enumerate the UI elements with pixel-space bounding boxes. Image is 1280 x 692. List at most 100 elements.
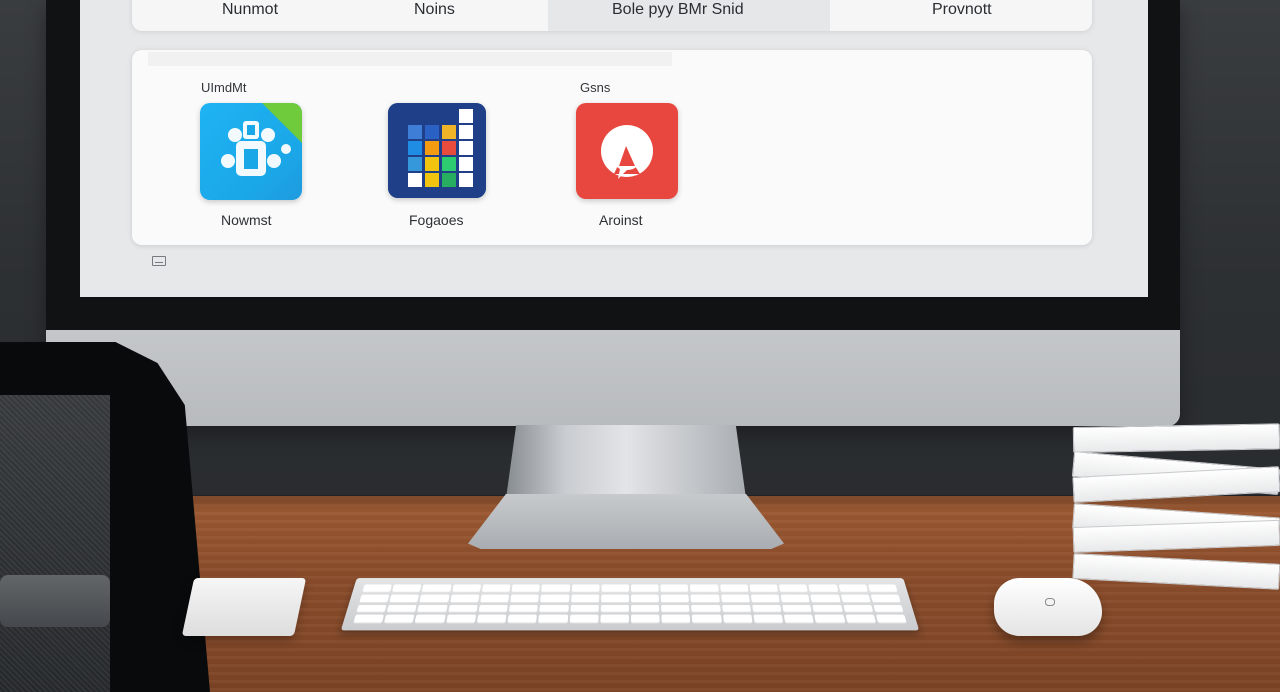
tab-nunmot[interactable]: Nunmot: [222, 1, 278, 19]
keyboard-key[interactable]: [362, 584, 393, 593]
chair-armrest: [0, 575, 110, 627]
app-label-nowmst: Nowmst: [221, 212, 272, 228]
chair-mesh: [0, 395, 110, 692]
keyboard-key[interactable]: [782, 604, 813, 613]
keyboard-key[interactable]: [571, 584, 600, 593]
keyboard-keys: [353, 584, 907, 624]
keyboard-key[interactable]: [660, 594, 690, 603]
keyboard-key[interactable]: [842, 604, 874, 613]
keyboard-key[interactable]: [600, 594, 629, 603]
paper-stack: [1071, 423, 1280, 593]
keyboard-key[interactable]: [386, 604, 418, 613]
keyboard-key[interactable]: [690, 594, 720, 603]
keyboard-key[interactable]: [630, 614, 660, 624]
trackpad[interactable]: [181, 578, 307, 636]
tab-provnott[interactable]: Provnott: [932, 1, 992, 19]
keyboard-key[interactable]: [356, 604, 387, 613]
keyboard-key[interactable]: [508, 604, 539, 613]
keyboard-key[interactable]: [445, 614, 477, 624]
keyboard-key[interactable]: [780, 594, 811, 603]
top-tabs-panel: Nunmot Noins Bole pyy BMr Snid Provnott: [132, 0, 1092, 31]
keyboard-key[interactable]: [692, 614, 722, 624]
red-app-icon[interactable]: [576, 103, 678, 199]
monitor-screen: Nunmot Noins Bole pyy BMr Snid Provnott …: [80, 0, 1148, 297]
keyboard-key[interactable]: [720, 594, 750, 603]
tab-bole-pyy-bmr-snid[interactable]: Bole pyy BMr Snid: [612, 1, 744, 19]
keyboard-key[interactable]: [870, 594, 901, 603]
keyboard-key[interactable]: [569, 604, 599, 613]
keyboard-key[interactable]: [419, 594, 450, 603]
keyboard-key[interactable]: [721, 604, 752, 613]
keyboard-key[interactable]: [808, 584, 839, 593]
keyboard-key[interactable]: [691, 604, 721, 613]
keyboard-key[interactable]: [541, 584, 570, 593]
keyboard-key[interactable]: [359, 594, 390, 603]
keyboard-key[interactable]: [838, 584, 868, 593]
keyboard-key[interactable]: [867, 584, 898, 593]
keyboard-key[interactable]: [392, 584, 422, 593]
keyboard-key[interactable]: [600, 604, 629, 613]
keyboard-key[interactable]: [476, 614, 507, 624]
keyboard-key[interactable]: [507, 614, 538, 624]
keyboard-key[interactable]: [384, 614, 415, 624]
keyboard-key[interactable]: [778, 584, 809, 593]
keyboard-key[interactable]: [630, 604, 660, 613]
keyboard-key[interactable]: [845, 614, 876, 624]
keyboard-key[interactable]: [783, 614, 815, 624]
keyboard-key[interactable]: [480, 594, 510, 603]
keyboard-key[interactable]: [749, 584, 779, 593]
keyboard-key[interactable]: [840, 594, 871, 603]
keyboard-key[interactable]: [661, 614, 691, 624]
section-label-right: Gsns: [580, 80, 611, 95]
keyboard-key[interactable]: [481, 584, 511, 593]
keyboard-key[interactable]: [478, 604, 508, 613]
desktop-scene: Nunmot Noins Bole pyy BMr Snid Provnott …: [0, 0, 1280, 692]
keyboard-key[interactable]: [630, 594, 660, 603]
keyboard-key[interactable]: [814, 614, 846, 624]
keyboard-key[interactable]: [601, 584, 630, 593]
keyboard[interactable]: [340, 578, 920, 631]
keyboard-key[interactable]: [540, 594, 570, 603]
keyboard-key[interactable]: [569, 614, 599, 624]
keyboard-key[interactable]: [447, 604, 478, 613]
keyboard-key[interactable]: [538, 614, 568, 624]
app-label-aroinst: Aroinst: [599, 212, 643, 228]
keyboard-key[interactable]: [600, 614, 629, 624]
keyboard-key[interactable]: [750, 594, 780, 603]
keyboard-key[interactable]: [719, 584, 749, 593]
keyboard-key[interactable]: [570, 594, 600, 603]
section-label-left: UImdMt: [201, 80, 247, 95]
keyboard-key[interactable]: [389, 594, 420, 603]
keyboard-key[interactable]: [421, 584, 452, 593]
bar-grid-icon: [388, 103, 486, 198]
keyboard-key[interactable]: [451, 584, 482, 593]
blue-app-icon[interactable]: [200, 103, 302, 200]
keyboard-key[interactable]: [812, 604, 843, 613]
keyboard-key[interactable]: [690, 584, 719, 593]
keyboard-key[interactable]: [722, 614, 753, 624]
paper-sheet: [1072, 423, 1280, 453]
keyboard-key[interactable]: [449, 594, 480, 603]
keyboard-key[interactable]: [753, 614, 784, 624]
keyboard-key[interactable]: [417, 604, 448, 613]
monitor-stand-base: [468, 494, 784, 549]
keyboard-key[interactable]: [539, 604, 569, 613]
keyboard-key[interactable]: [510, 594, 540, 603]
keyboard-key[interactable]: [810, 594, 841, 603]
app-label-fogaoes: Fogaoes: [409, 212, 464, 228]
keyboard-key[interactable]: [353, 614, 385, 624]
keyboard-key[interactable]: [660, 584, 689, 593]
mouse-logo-icon: [1045, 598, 1055, 606]
keyboard-key[interactable]: [414, 614, 446, 624]
grid-app-icon[interactable]: [388, 103, 486, 198]
paper-sheet: [1072, 553, 1280, 590]
tab-noins[interactable]: Noins: [414, 1, 455, 19]
keyboard-key[interactable]: [875, 614, 907, 624]
window-icon[interactable]: [152, 256, 166, 266]
keyboard-key[interactable]: [873, 604, 904, 613]
keyboard-key[interactable]: [661, 604, 691, 613]
green-corner-shape: [262, 103, 302, 143]
keyboard-key[interactable]: [630, 584, 659, 593]
keyboard-key[interactable]: [511, 584, 541, 593]
keyboard-key[interactable]: [752, 604, 782, 613]
